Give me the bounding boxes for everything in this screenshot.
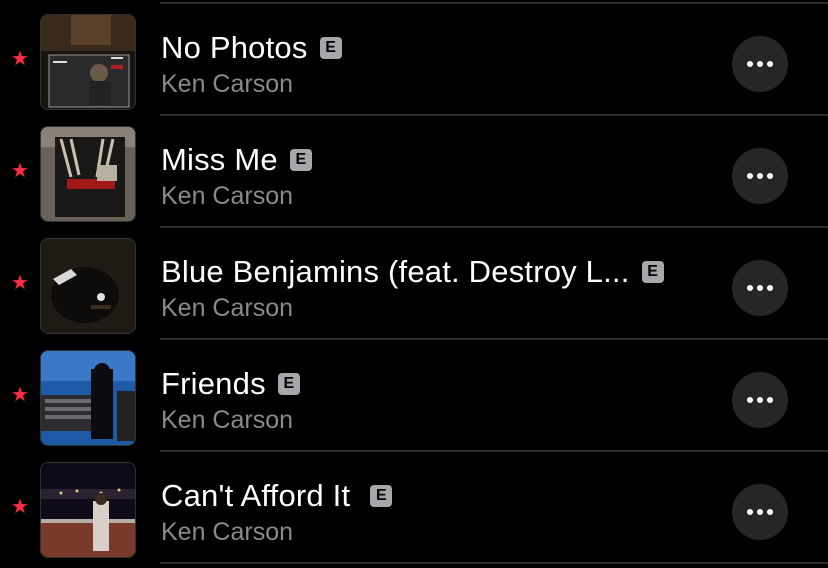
- more-options-button[interactable]: [732, 372, 788, 428]
- ellipsis-icon: [747, 509, 773, 515]
- star-icon: ★: [11, 48, 29, 70]
- explicit-badge: E: [319, 37, 342, 59]
- star-icon: ★: [11, 384, 29, 406]
- explicit-badge: E: [370, 485, 393, 507]
- more-options-button[interactable]: [732, 36, 788, 92]
- star-icon: ★: [11, 160, 29, 182]
- star-icon: ★: [11, 496, 29, 518]
- explicit-badge: E: [277, 373, 300, 395]
- more-options-button[interactable]: [732, 260, 788, 316]
- track-title: Can't Afford It: [161, 478, 351, 513]
- track-artist: Ken Carson: [161, 406, 294, 434]
- track-artist: Ken Carson: [161, 294, 294, 322]
- star-icon: ★: [11, 272, 29, 294]
- more-options-button[interactable]: [732, 484, 788, 540]
- track-artist: Ken Carson: [161, 182, 294, 210]
- album-artwork: [40, 14, 136, 110]
- track-title: Friends: [161, 366, 266, 401]
- track-title: Miss Me: [161, 142, 278, 177]
- ellipsis-icon: [747, 61, 773, 67]
- divider: [160, 562, 828, 564]
- ellipsis-icon: [747, 173, 773, 179]
- track-row[interactable]: ★ No Photos E Ken Carson: [0, 4, 828, 116]
- track-title: Blue Benjamins (feat. Destroy L...: [161, 254, 630, 289]
- track-row[interactable]: ★ Friends E Ken Carson: [0, 340, 828, 452]
- ellipsis-icon: [747, 285, 773, 291]
- ellipsis-icon: [747, 397, 773, 403]
- explicit-badge: E: [641, 261, 664, 283]
- track-row[interactable]: ★ Can't Afford It E Ken Carson: [0, 452, 828, 564]
- track-row[interactable]: ★ Miss Me E Ken Carson: [0, 116, 828, 228]
- track-artist: Ken Carson: [161, 518, 294, 546]
- track-row[interactable]: ★ Blue Benjamins (feat. Destroy L... E K…: [0, 228, 828, 340]
- album-artwork: [40, 350, 136, 446]
- more-options-button[interactable]: [732, 148, 788, 204]
- album-artwork: [40, 462, 136, 558]
- track-title: No Photos: [161, 30, 308, 65]
- track-artist: Ken Carson: [161, 70, 294, 98]
- album-artwork: [40, 238, 136, 334]
- track-list: ★ No Photos E Ken Carson ★ Miss Me E Ken…: [0, 0, 828, 568]
- album-artwork: [40, 126, 136, 222]
- explicit-badge: E: [289, 149, 312, 171]
